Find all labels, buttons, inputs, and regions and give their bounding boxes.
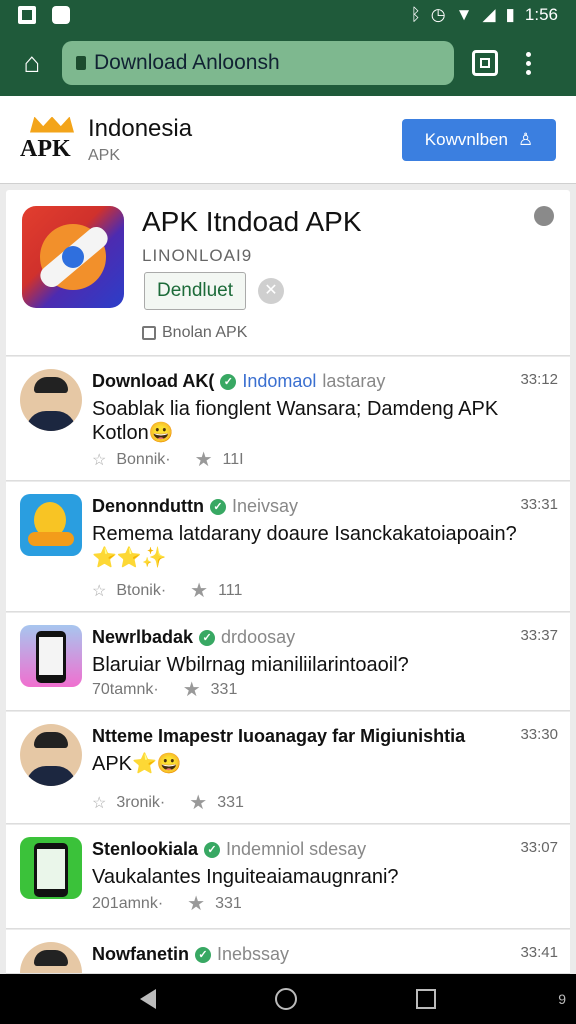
tabs-icon[interactable]	[472, 50, 498, 76]
nav-extra: 9	[558, 991, 566, 1007]
back-icon[interactable]	[139, 989, 156, 1009]
site-header: APK Indonesia APK Kowvnlben ♙	[0, 96, 576, 184]
avatar	[20, 724, 82, 786]
app-meta-text: Bnolan APK	[162, 324, 248, 341]
app-meta: Bnolan APK	[142, 324, 247, 342]
post-body: Remema latdarany doaure Isanckakatoiapoa…	[92, 523, 517, 569]
avatar	[20, 494, 82, 556]
list-item[interactable]: Stenlookiala ✓ Indemniol sdesay 33:07 Va…	[6, 825, 570, 929]
lock-icon	[76, 56, 86, 70]
post-time: 33:12	[520, 371, 558, 388]
post-stats: ☆ Bonnik· ★ 11I	[92, 449, 244, 471]
home-circle-icon[interactable]	[274, 988, 297, 1010]
post-body: APK⭐😀	[92, 753, 182, 775]
logo-text: APK	[20, 135, 71, 162]
site-title: Indonesia	[88, 114, 193, 142]
app-subtitle: LINONLOAI9	[142, 246, 253, 265]
post-author: Nowfanetin ✓ Inebssay	[92, 944, 290, 964]
user-icon: ♙	[517, 129, 534, 149]
file-icon	[52, 6, 70, 24]
list-item[interactable]: Denonnduttn ✓ Ineivsay 33:31 Remema latd…	[6, 482, 570, 612]
post-stats: ☆ 3ronik· ★ 331	[92, 792, 244, 814]
home-icon[interactable]: ⌂	[12, 43, 52, 83]
post-stats: ☆ Btonik· ★ 111	[92, 580, 243, 602]
crown-icon	[30, 116, 74, 133]
download-button[interactable]: Kowvnlben ♙	[402, 118, 556, 161]
post-body: Soablak lia fionglent Wansara; Damdeng A…	[92, 398, 499, 444]
post-author: Ntteme Imapestr Iuoanagay far Migiunisht…	[92, 726, 466, 746]
recents-icon[interactable]	[416, 989, 437, 1009]
verified-icon: ✓	[220, 373, 237, 390]
bluetooth-icon: ᛒ	[410, 5, 421, 24]
alarm-icon: ◷	[430, 5, 446, 24]
url-bar[interactable]: Download Anloonsh	[62, 41, 454, 85]
verified-icon: ✓	[195, 946, 211, 963]
verified-icon: ✓	[204, 841, 221, 858]
star-icon: ★	[194, 449, 213, 471]
post-author: Download AK( ✓ Indomaol lastaray	[92, 371, 386, 391]
post-body: Vaukalantes Inguiteaiamaugnrani?	[92, 866, 399, 888]
list-item[interactable]: Download AK( ✓ Indomaol lastaray 33:12 S…	[6, 357, 570, 481]
tag-icon	[142, 326, 156, 340]
install-button[interactable]: Dendluet	[144, 272, 246, 310]
download-button-label: Kowvnlben	[424, 129, 508, 149]
close-icon[interactable]: ✕	[258, 278, 284, 304]
star-outline-icon: ☆	[92, 451, 107, 469]
app-card: APK Itndoad APK LINONLOAI9 Dendluet ✕ Bn…	[6, 190, 570, 356]
list-item[interactable]: Nowfanetin ✓ Inebssay 33:41	[6, 930, 570, 974]
more-vert-icon[interactable]	[526, 51, 531, 75]
avatar	[20, 625, 82, 687]
avatar	[20, 942, 82, 973]
app-icon[interactable]	[22, 206, 124, 308]
post-author: Newrlbadak ✓ drdoosay	[92, 627, 296, 647]
avatar	[20, 369, 82, 431]
post-time: 33:41	[520, 944, 558, 961]
gear-icon[interactable]	[534, 206, 554, 226]
verified-icon: ✓	[199, 629, 216, 646]
verified-icon: ✓	[209, 498, 226, 515]
clock: 1:56	[524, 5, 558, 24]
list-item[interactable]: Newrlbadak ✓ drdoosay 33:37 Blaruiar Wbi…	[6, 613, 570, 711]
browser-toolbar: ⌂ Download Anloonsh	[0, 30, 576, 96]
post-time: 33:37	[520, 627, 558, 644]
wifi-icon: ▼	[455, 5, 473, 24]
post-stats: 201amnk· ★ 331	[92, 893, 242, 915]
post-time: 33:07	[520, 839, 558, 856]
signal-icon: ◢	[482, 5, 496, 24]
site-logo[interactable]: APK	[20, 115, 80, 165]
post-time: 33:31	[520, 496, 558, 513]
post-stats: 70tamnk· ★ 331	[92, 679, 238, 701]
status-bar: ᛒ ◷ ▼ ◢ ▮ 1:56	[0, 0, 576, 30]
avatar	[20, 837, 82, 899]
site-subtitle: APK	[88, 146, 121, 164]
post-body: Blaruiar Wbilrnag mianiliilarintoaoil?	[92, 654, 409, 676]
list-item[interactable]: Ntteme Imapestr Iuoanagay far Migiunisht…	[6, 712, 570, 824]
post-author: Denonnduttn ✓ Ineivsay	[92, 496, 299, 516]
battery-icon: ▮	[505, 5, 515, 24]
system-nav-bar: 9	[0, 974, 576, 1024]
image-icon	[18, 6, 36, 24]
post-time: 33:30	[520, 726, 558, 743]
url-text: Download Anloonsh	[94, 51, 280, 74]
post-author: Stenlookiala ✓ Indemniol sdesay	[92, 839, 367, 859]
app-title: APK Itndoad APK	[142, 206, 362, 237]
